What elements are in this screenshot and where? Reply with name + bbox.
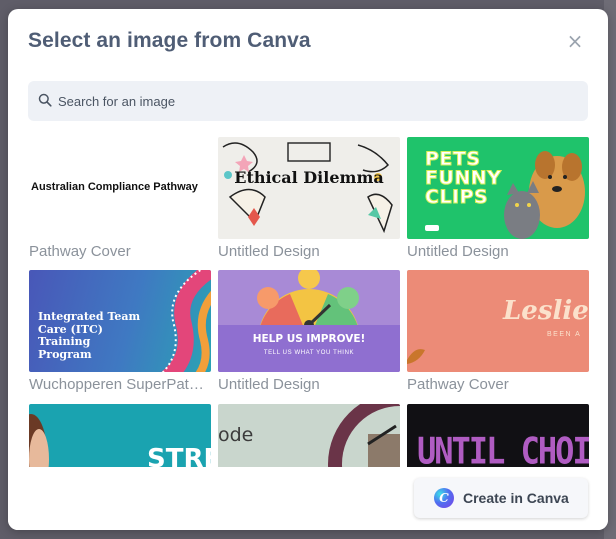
- design-thumbnail: STRE: [29, 404, 211, 467]
- design-label: Untitled Design: [218, 243, 320, 260]
- design-label: Untitled Design: [407, 243, 509, 260]
- design-tile[interactable]: STRE: [29, 404, 211, 467]
- design-thumbnail: Australian Compliance Pathway: [29, 137, 211, 239]
- design-thumbnail: UNTIL CHOICE: [407, 404, 589, 467]
- canva-logo-icon: C: [434, 488, 454, 508]
- thumbnail-text: Ethical Dilemma: [234, 168, 384, 187]
- doodle-illustration: [222, 142, 393, 234]
- design-thumbnail: PETS FUNNY CLIPS: [407, 137, 589, 239]
- design-tile[interactable]: Ethical Dilemma Untitled Design: [218, 137, 400, 260]
- design-label: Pathway Cover: [407, 376, 509, 393]
- design-tile[interactable]: Integrated Team Care (ITC) Training Prog…: [29, 270, 211, 393]
- design-label: Untitled Design: [218, 376, 320, 393]
- thumbnail-text: ode: [218, 424, 254, 446]
- leaf-decoration: [407, 349, 425, 364]
- design-tile[interactable]: ode: [218, 404, 400, 467]
- design-label: Wuchopperen SuperPathway: [29, 376, 211, 393]
- thumbnail-text: HELP US IMPROVE!: [252, 333, 366, 345]
- design-thumbnail: HELP US IMPROVE! TELL US WHAT YOU THINK: [218, 270, 400, 372]
- create-button-label: Create in Canva: [463, 490, 569, 506]
- thumbnail-text: UNTIL CHOICE: [417, 429, 589, 467]
- design-thumbnail: Ethical Dilemma: [218, 137, 400, 239]
- design-tile[interactable]: Leslie A BEEN A Pathway Cover: [407, 270, 589, 393]
- thumbnail-text: Australian Compliance Pathway: [31, 181, 198, 193]
- thumbnail-text: STRE: [147, 444, 211, 467]
- design-tile[interactable]: HELP US IMPROVE! TELL US WHAT YOU THINK …: [218, 270, 400, 393]
- design-tile[interactable]: UNTIL CHOICE: [407, 404, 589, 467]
- design-thumbnail: Leslie A BEEN A: [407, 270, 589, 372]
- canva-image-picker-modal: Select an image from Canva × Australian …: [8, 9, 608, 530]
- design-tile[interactable]: PETS FUNNY CLIPS Untitled Design: [407, 137, 589, 260]
- design-thumbnail: ode: [218, 404, 400, 467]
- thumbnail-subtext: TELL US WHAT YOU THINK: [263, 350, 355, 356]
- create-in-canva-button[interactable]: C Create in Canva: [414, 478, 588, 518]
- pets-illustration: [425, 151, 585, 239]
- design-tile[interactable]: Australian Compliance Pathway Pathway Co…: [29, 137, 211, 260]
- modal-footer: C Create in Canva: [8, 467, 608, 530]
- thumbnail-text: Integrated Team Care (ITC) Training Prog…: [38, 310, 141, 361]
- design-thumbnail: Integrated Team Care (ITC) Training Prog…: [29, 270, 211, 372]
- design-label: Pathway Cover: [29, 243, 131, 260]
- design-grid: Australian Compliance Pathway Pathway Co…: [8, 9, 608, 467]
